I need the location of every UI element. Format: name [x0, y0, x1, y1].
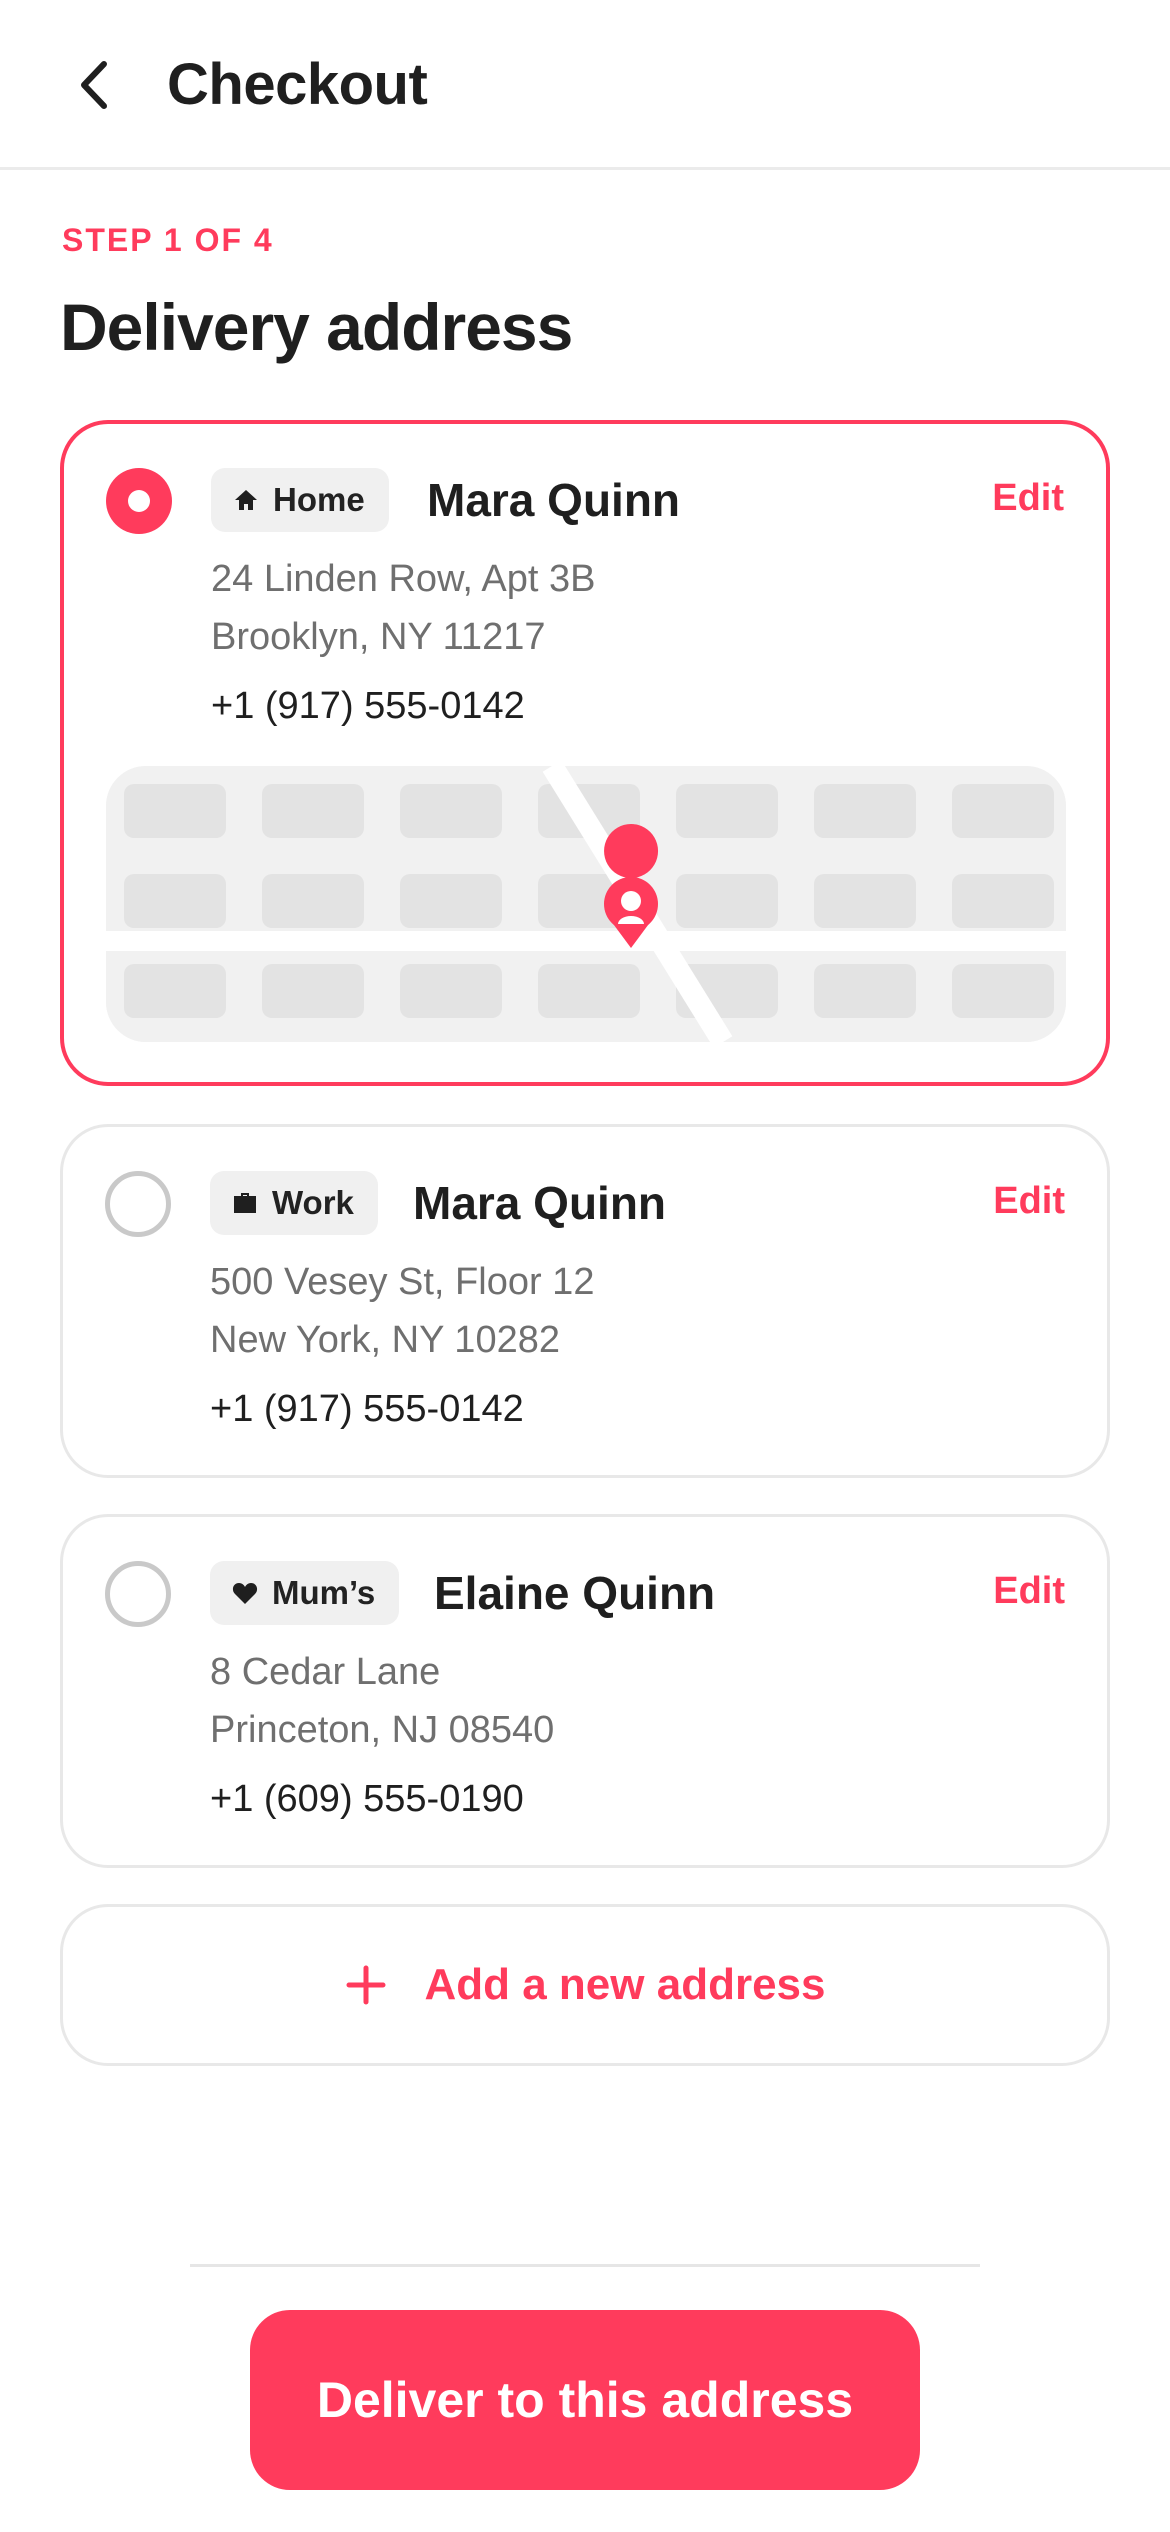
chevron-left-icon[interactable] [62, 50, 132, 120]
recipient-name: Mara Quinn [427, 474, 681, 526]
app-header: Checkout [0, 0, 1170, 170]
address-card-work[interactable]: Work Mara Quinn Edit 500 Vesey St, Floor… [60, 1124, 1110, 1478]
briefcase-icon [234, 1193, 256, 1213]
add-address-label: Add a new address [424, 1960, 826, 2009]
address-line-1: 500 Vesey St, Floor 12 [210, 1261, 595, 1303]
address-tag-work: Work [210, 1171, 378, 1235]
address-radio[interactable] [105, 1171, 171, 1237]
recipient-name: Elaine Quinn [434, 1567, 716, 1619]
address-tag-home: Home [211, 468, 389, 532]
address-map-preview [106, 766, 1066, 1042]
address-tag-label: Work [272, 1184, 354, 1221]
map-illustration [106, 766, 1066, 1042]
address-tag-label: Home [273, 481, 365, 518]
address-radio-selected[interactable] [106, 468, 172, 534]
page-title: Checkout [167, 52, 428, 117]
address-line-2: Brooklyn, NY 11217 [211, 616, 546, 658]
recipient-name: Mara Quinn [413, 1177, 667, 1229]
address-line-2: New York, NY 10282 [210, 1319, 560, 1361]
deliver-to-address-button[interactable]: Deliver to this address [250, 2310, 920, 2490]
edit-address-link[interactable]: Edit [992, 468, 1064, 528]
address-card-home[interactable]: Home Mara Quinn Edit 24 Linden Row, Apt … [60, 420, 1110, 1086]
address-line-1: 24 Linden Row, Apt 3B [211, 558, 596, 600]
plus-icon [346, 1965, 386, 2005]
home-icon [235, 490, 257, 510]
footer-divider [190, 2264, 980, 2267]
address-card-mums[interactable]: Mum’s Elaine Quinn Edit 8 Cedar Lane Pri… [60, 1514, 1110, 1868]
phone-number: +1 (917) 555-0142 [210, 1388, 524, 1430]
edit-address-link[interactable]: Edit [993, 1561, 1065, 1621]
step-indicator: STEP 1 OF 4 [62, 222, 274, 258]
address-radio[interactable] [105, 1561, 171, 1627]
phone-number: +1 (917) 555-0142 [211, 685, 525, 727]
address-tag-mums: Mum’s [210, 1561, 400, 1625]
add-address-button[interactable]: Add a new address [60, 1904, 1110, 2066]
section-title: Delivery address [60, 290, 573, 364]
phone-number: +1 (609) 555-0190 [210, 1778, 524, 1820]
address-line-1: 8 Cedar Lane [210, 1651, 441, 1693]
address-tag-label: Mum’s [272, 1574, 376, 1611]
heart-icon [232, 1583, 258, 1604]
address-line-2: Princeton, NJ 08540 [210, 1709, 555, 1751]
edit-address-link[interactable]: Edit [993, 1171, 1065, 1231]
